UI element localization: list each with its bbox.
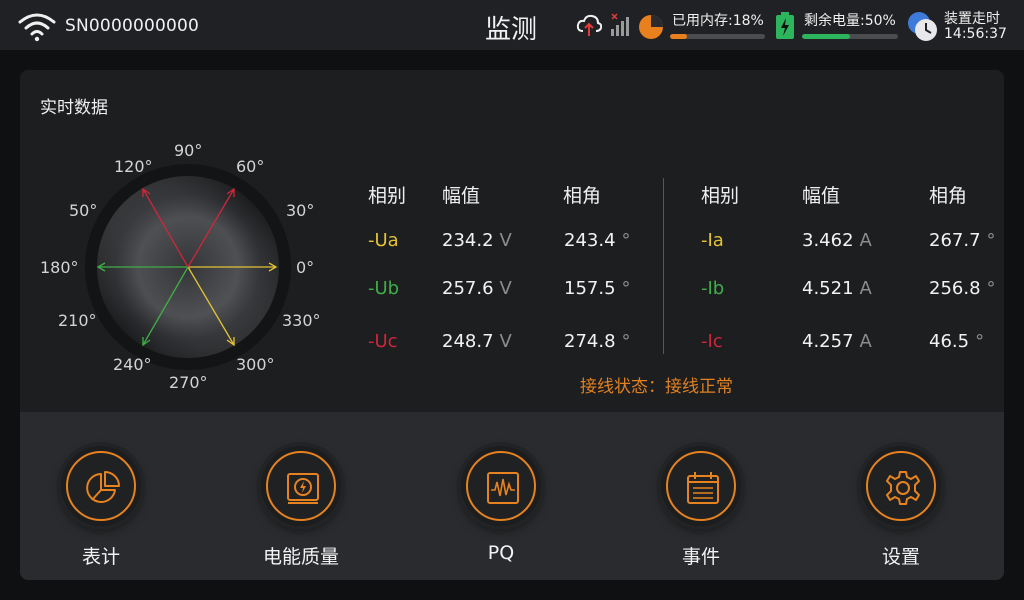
nav-button-pq[interactable] (461, 446, 541, 526)
angle-label-210: 210° (58, 311, 97, 330)
ua-magnitude: 234.2 V (442, 230, 512, 251)
battery-icon (776, 12, 794, 39)
current-header-magnitude: 幅值 (802, 185, 841, 207)
uc-magnitude: 248.7 V (442, 331, 512, 352)
angle-label-0: 0° (296, 258, 314, 277)
clock-icon (908, 12, 937, 41)
ic-phase: -Ic (701, 331, 723, 352)
ub-angle: 157.5 ° (564, 278, 631, 299)
memory-pie-icon (639, 15, 663, 39)
angle-label-60: 60° (236, 157, 264, 176)
ua-angle: 243.4 ° (564, 230, 631, 251)
ub-magnitude: 257.6 V (442, 278, 512, 299)
memory-bar (670, 34, 765, 39)
uc-angle: 274.8 ° (564, 331, 631, 352)
ic-magnitude: 4.257 A (802, 331, 872, 352)
status-bar: SN0000000000 监测 已用内存:18% 剩余电量:50% 装置走时 1… (0, 0, 1024, 50)
angle-label-330: 330° (282, 311, 321, 330)
angle-label-120: 120° (114, 157, 153, 176)
ia-phase: -Ia (701, 230, 724, 251)
nav-label-events: 事件 (681, 546, 720, 568)
nav-button-settings[interactable] (861, 446, 941, 526)
nav-item-events[interactable]: 事件 (631, 412, 771, 580)
angle-label-300: 300° (236, 355, 275, 374)
ib-magnitude: 4.521 A (802, 278, 872, 299)
ub-phase: -Ub (368, 278, 400, 299)
voltage-header-phase: 相别 (368, 185, 407, 207)
nav-button-events[interactable] (661, 446, 741, 526)
ic-angle: 46.5 ° (929, 331, 985, 352)
ib-angle: 256.8 ° (929, 278, 996, 299)
serial-number: SN0000000000 (65, 16, 200, 36)
ua-phase: -Ua (368, 230, 399, 251)
lightning-icon (287, 473, 319, 504)
angle-label-270: 270° (169, 373, 208, 392)
signal-icon (611, 13, 629, 36)
ia-angle: 267.7 ° (929, 230, 996, 251)
voltage-header-magnitude: 幅值 (442, 185, 481, 207)
battery-label: 剩余电量:50% (804, 13, 896, 29)
nav-button-power-quality[interactable] (261, 446, 341, 526)
waveform-icon (487, 472, 519, 504)
calendar-icon (687, 472, 719, 504)
card-title: 实时数据 (40, 98, 108, 118)
angle-label-90: 90° (174, 141, 202, 160)
nav-label-meter: 表计 (81, 546, 120, 568)
nav-label-pq: PQ (487, 542, 515, 564)
nav-item-meter[interactable]: 表计 (31, 412, 171, 580)
angle-label-240: 240° (113, 355, 152, 374)
nav-item-pq[interactable]: PQ (431, 412, 571, 580)
nav-button-meter[interactable] (61, 446, 141, 526)
wifi-icon (18, 13, 56, 42)
cloud-upload-icon (576, 14, 602, 36)
battery-bar (802, 34, 898, 39)
gear-icon (886, 471, 920, 505)
nav-item-power-quality[interactable]: 电能质量 (231, 412, 371, 580)
wiring-status: 接线状态：接线正常 (580, 377, 733, 397)
bottom-nav: 表计 电能质量 PQ 事件 设置 (20, 412, 1004, 580)
realtime-data-card: 实时数据 90° 120° 60° 50° 30° 180° 0° 210° 3… (20, 70, 1004, 580)
phasor-diagram: 90° 120° 60° 50° 30° 180° 0° 210° 330° 2… (40, 141, 321, 392)
angle-label-180: 180° (40, 258, 79, 277)
table-divider (663, 178, 664, 354)
uc-phase: -Uc (368, 331, 398, 352)
voltage-header-angle: 相角 (563, 185, 602, 207)
angle-label-30: 30° (286, 201, 314, 220)
current-header-angle: 相角 (929, 185, 968, 207)
ib-phase: -Ib (701, 278, 725, 299)
runtime-label: 装置走时 (944, 11, 1000, 27)
runtime-value: 14:56:37 (944, 26, 1007, 42)
nav-item-settings[interactable]: 设置 (831, 412, 971, 580)
current-header-phase: 相别 (701, 185, 740, 207)
nav-label-settings: 设置 (881, 546, 920, 568)
page-title: 监测 (485, 15, 538, 45)
angle-label-50: 50° (69, 201, 97, 220)
pie-chart-icon (86, 471, 120, 503)
memory-label: 已用内存:18% (672, 13, 764, 29)
nav-label-power-quality: 电能质量 (262, 546, 339, 568)
ia-magnitude: 3.462 A (802, 230, 872, 251)
